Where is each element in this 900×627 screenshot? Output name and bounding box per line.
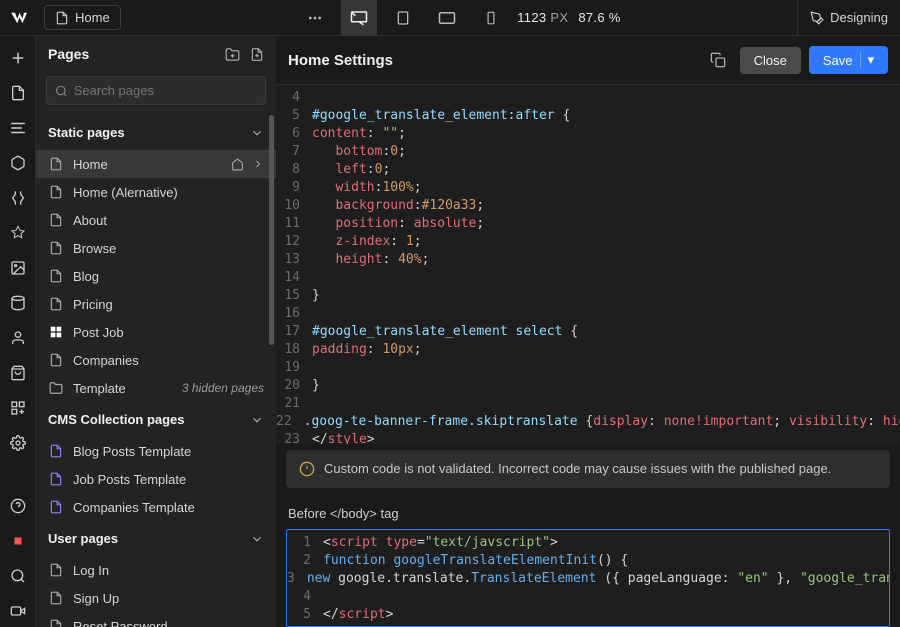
desktop-base-icon[interactable] — [341, 0, 377, 36]
page-icon — [48, 212, 64, 228]
new-page-icon[interactable] — [250, 47, 264, 62]
page-icon — [48, 268, 64, 284]
cms-icon[interactable] — [2, 287, 34, 319]
before-body-label: Before </body> tag — [276, 494, 900, 529]
page-item[interactable]: Companies — [36, 346, 276, 374]
page-item-label: Pricing — [73, 297, 113, 312]
canvas-size-display[interactable]: 1123PX87.6 % — [517, 10, 620, 25]
variables-icon[interactable] — [2, 182, 34, 214]
search-pages-field[interactable] — [74, 83, 257, 98]
page-item[interactable]: Reset Password — [36, 612, 276, 627]
page-icon — [48, 240, 64, 256]
page-item-label: Home — [73, 157, 108, 172]
page-item-label: Companies — [73, 353, 139, 368]
page-item[interactable]: Post Job — [36, 318, 276, 346]
section-head[interactable]: User pages — [36, 521, 276, 556]
video-icon[interactable] — [2, 595, 34, 627]
page-item[interactable]: Browse — [36, 234, 276, 262]
page-item[interactable]: Home — [36, 150, 276, 178]
breadcrumb-page-button[interactable]: Home — [44, 5, 121, 30]
save-button[interactable]: Save▾ — [809, 46, 888, 74]
hidden-pages-note: 3 hidden pages — [182, 381, 264, 395]
page-icon — [48, 562, 64, 578]
page-icon — [48, 156, 64, 172]
page-icon — [48, 296, 64, 312]
page-item-label: Post Job — [73, 325, 124, 340]
page-item-label: Template — [73, 381, 126, 396]
new-folder-icon[interactable] — [225, 47, 240, 62]
landscape-icon[interactable] — [429, 0, 465, 36]
mobile-icon[interactable] — [473, 0, 509, 36]
page-item-label: Sign Up — [73, 591, 119, 606]
search-pages-input[interactable] — [46, 76, 266, 105]
page-item-label: About — [73, 213, 107, 228]
warning-icon — [298, 460, 316, 478]
page-icon — [48, 352, 64, 368]
navigator-icon[interactable] — [2, 112, 34, 144]
page-item-label: Browse — [73, 241, 116, 256]
page-icon — [48, 499, 64, 515]
assets-icon[interactable] — [2, 252, 34, 284]
close-button[interactable]: Close — [740, 47, 801, 74]
section-head[interactable]: Static pages — [36, 115, 276, 150]
users-icon[interactable] — [2, 322, 34, 354]
page-item-label: Blog — [73, 269, 99, 284]
page-item[interactable]: About — [36, 206, 276, 234]
breadcrumb-label: Home — [75, 10, 110, 25]
pages-panel-title: Pages — [48, 46, 89, 62]
page-item[interactable]: Blog — [36, 262, 276, 290]
add-element-icon[interactable] — [2, 42, 34, 74]
search-rail-icon[interactable] — [2, 560, 34, 592]
copy-icon[interactable] — [704, 46, 732, 74]
code-warning-banner: Custom code is not validated. Incorrect … — [286, 450, 890, 488]
page-icon — [48, 324, 64, 340]
components-icon[interactable] — [2, 147, 34, 179]
page-icon — [48, 380, 64, 396]
settings-rail-icon[interactable] — [2, 427, 34, 459]
page-item-label: Companies Template — [73, 500, 195, 515]
styles-icon[interactable] — [2, 217, 34, 249]
page-item[interactable]: Home (Alernative) — [36, 178, 276, 206]
section-head[interactable]: CMS Collection pages — [36, 402, 276, 437]
page-item[interactable]: Template 3 hidden pages — [36, 374, 276, 402]
pages-icon[interactable] — [2, 77, 34, 109]
apps-icon[interactable] — [2, 392, 34, 424]
page-item-label: Job Posts Template — [73, 472, 186, 487]
page-icon — [48, 618, 64, 627]
webflow-logo[interactable] — [0, 0, 36, 36]
page-item[interactable]: Blog Posts Template — [36, 437, 276, 465]
record-icon[interactable] — [2, 525, 34, 557]
chevron-right-icon — [252, 158, 264, 171]
chevron-down-icon — [250, 126, 264, 140]
chevron-down-icon — [250, 413, 264, 427]
page-icon — [48, 471, 64, 487]
page-item-label: Blog Posts Template — [73, 444, 191, 459]
page-item-label: Home (Alernative) — [73, 185, 178, 200]
page-item[interactable]: Pricing — [36, 290, 276, 318]
head-code-editor[interactable]: 45#google_translate_element:after {6cont… — [276, 85, 900, 444]
page-icon — [48, 590, 64, 606]
body-code-editor[interactable]: 1<script type="text/javscript">2function… — [286, 529, 890, 627]
ecommerce-icon[interactable] — [2, 357, 34, 389]
chevron-down-icon — [250, 532, 264, 546]
page-item-label: Reset Password — [73, 619, 168, 627]
home-icon — [231, 158, 244, 171]
chevron-down-icon[interactable]: ▾ — [860, 52, 874, 68]
page-item-label: Log In — [73, 563, 109, 578]
designing-mode-button[interactable]: Designing — [797, 0, 900, 36]
page-title: Home Settings — [288, 52, 696, 69]
page-item[interactable]: Companies Template — [36, 493, 276, 521]
help-icon[interactable] — [2, 490, 34, 522]
page-icon — [48, 443, 64, 459]
page-item[interactable]: Job Posts Template — [36, 465, 276, 493]
page-item[interactable]: Log In — [36, 556, 276, 584]
tablet-icon[interactable] — [385, 0, 421, 36]
page-icon — [48, 184, 64, 200]
more-icon[interactable] — [297, 0, 333, 36]
page-item[interactable]: Sign Up — [36, 584, 276, 612]
